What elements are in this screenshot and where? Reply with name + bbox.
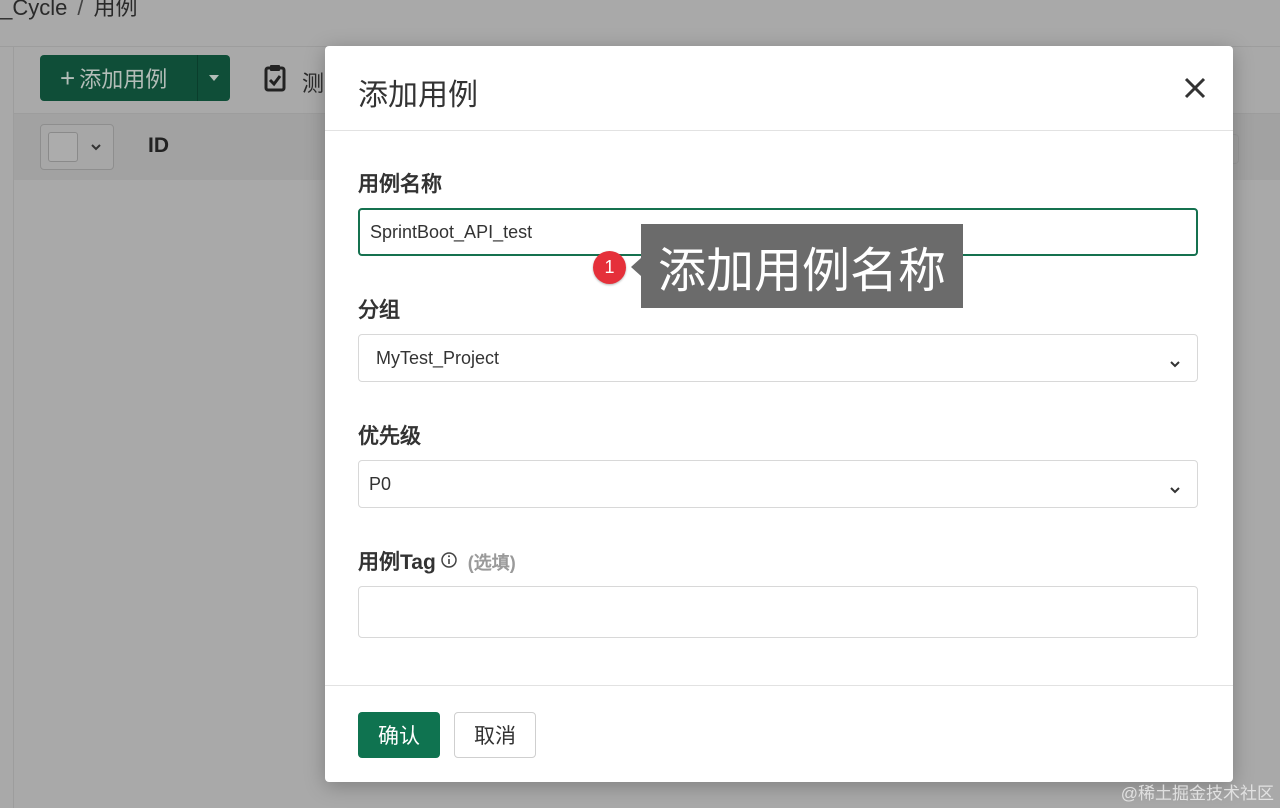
dialog-title: 添加用例 — [358, 79, 478, 112]
tag-optional-hint: (选填) — [467, 553, 516, 573]
dialog-header: 添加用例 — [325, 46, 1233, 131]
tag-input[interactable] — [358, 586, 1198, 638]
column-header-id[interactable]: ID — [148, 134, 169, 158]
dialog-footer-divider — [325, 685, 1233, 686]
priority-select[interactable]: P0 — [358, 460, 1198, 508]
annotation-callout: 添加用例名称 — [641, 224, 963, 308]
add-case-button-label: 添加用例 — [79, 67, 168, 92]
annotation-step-badge: 1 — [593, 251, 626, 284]
group-select[interactable]: MyTest_Project — [358, 334, 1198, 382]
close-icon[interactable] — [1179, 72, 1211, 104]
checkbox[interactable] — [48, 132, 78, 162]
chevron-down-icon — [1169, 352, 1181, 373]
info-icon[interactable] — [440, 551, 458, 575]
add-case-button[interactable]: + 添加用例 — [40, 55, 230, 101]
breadcrumb-separator: / — [77, 0, 84, 20]
priority-value: P0 — [369, 473, 392, 494]
search-input-edge — [1232, 134, 1239, 164]
confirm-button[interactable]: 确认 — [358, 712, 440, 758]
group-value: MyTest_Project — [376, 347, 500, 368]
tag-label: 用例Tag — [358, 551, 436, 574]
priority-label: 优先级 — [358, 425, 421, 448]
breadcrumb: I_Cycle / 用例 — [0, 0, 138, 22]
plus-icon: + — [60, 63, 76, 93]
add-case-dialog: 添加用例 用例名称 SprintBoot_API_test 分组 MyTest_… — [325, 46, 1233, 782]
test-toolbar-label[interactable]: 测 — [302, 66, 324, 98]
case-name-label: 用例名称 — [358, 173, 442, 196]
breadcrumb-item-cases: 用例 — [93, 0, 138, 20]
breadcrumb-item-cycle[interactable]: I_Cycle — [0, 0, 67, 20]
cancel-button[interactable]: 取消 — [454, 712, 536, 758]
case-name-value: SprintBoot_API_test — [370, 221, 533, 242]
chevron-down-icon — [1169, 478, 1181, 499]
caret-down-icon — [209, 75, 219, 81]
annotation-pointer — [631, 258, 641, 276]
select-all-checkbox[interactable] — [40, 124, 114, 170]
add-case-dropdown-toggle[interactable] — [198, 75, 230, 81]
tag-label-row: 用例Tag (选填) — [358, 546, 516, 576]
chevron-down-icon[interactable] — [90, 138, 102, 156]
group-label: 分组 — [358, 299, 400, 322]
clipboard-check-icon[interactable] — [264, 64, 286, 97]
watermark: @稀土掘金技术社区 — [1120, 784, 1274, 803]
